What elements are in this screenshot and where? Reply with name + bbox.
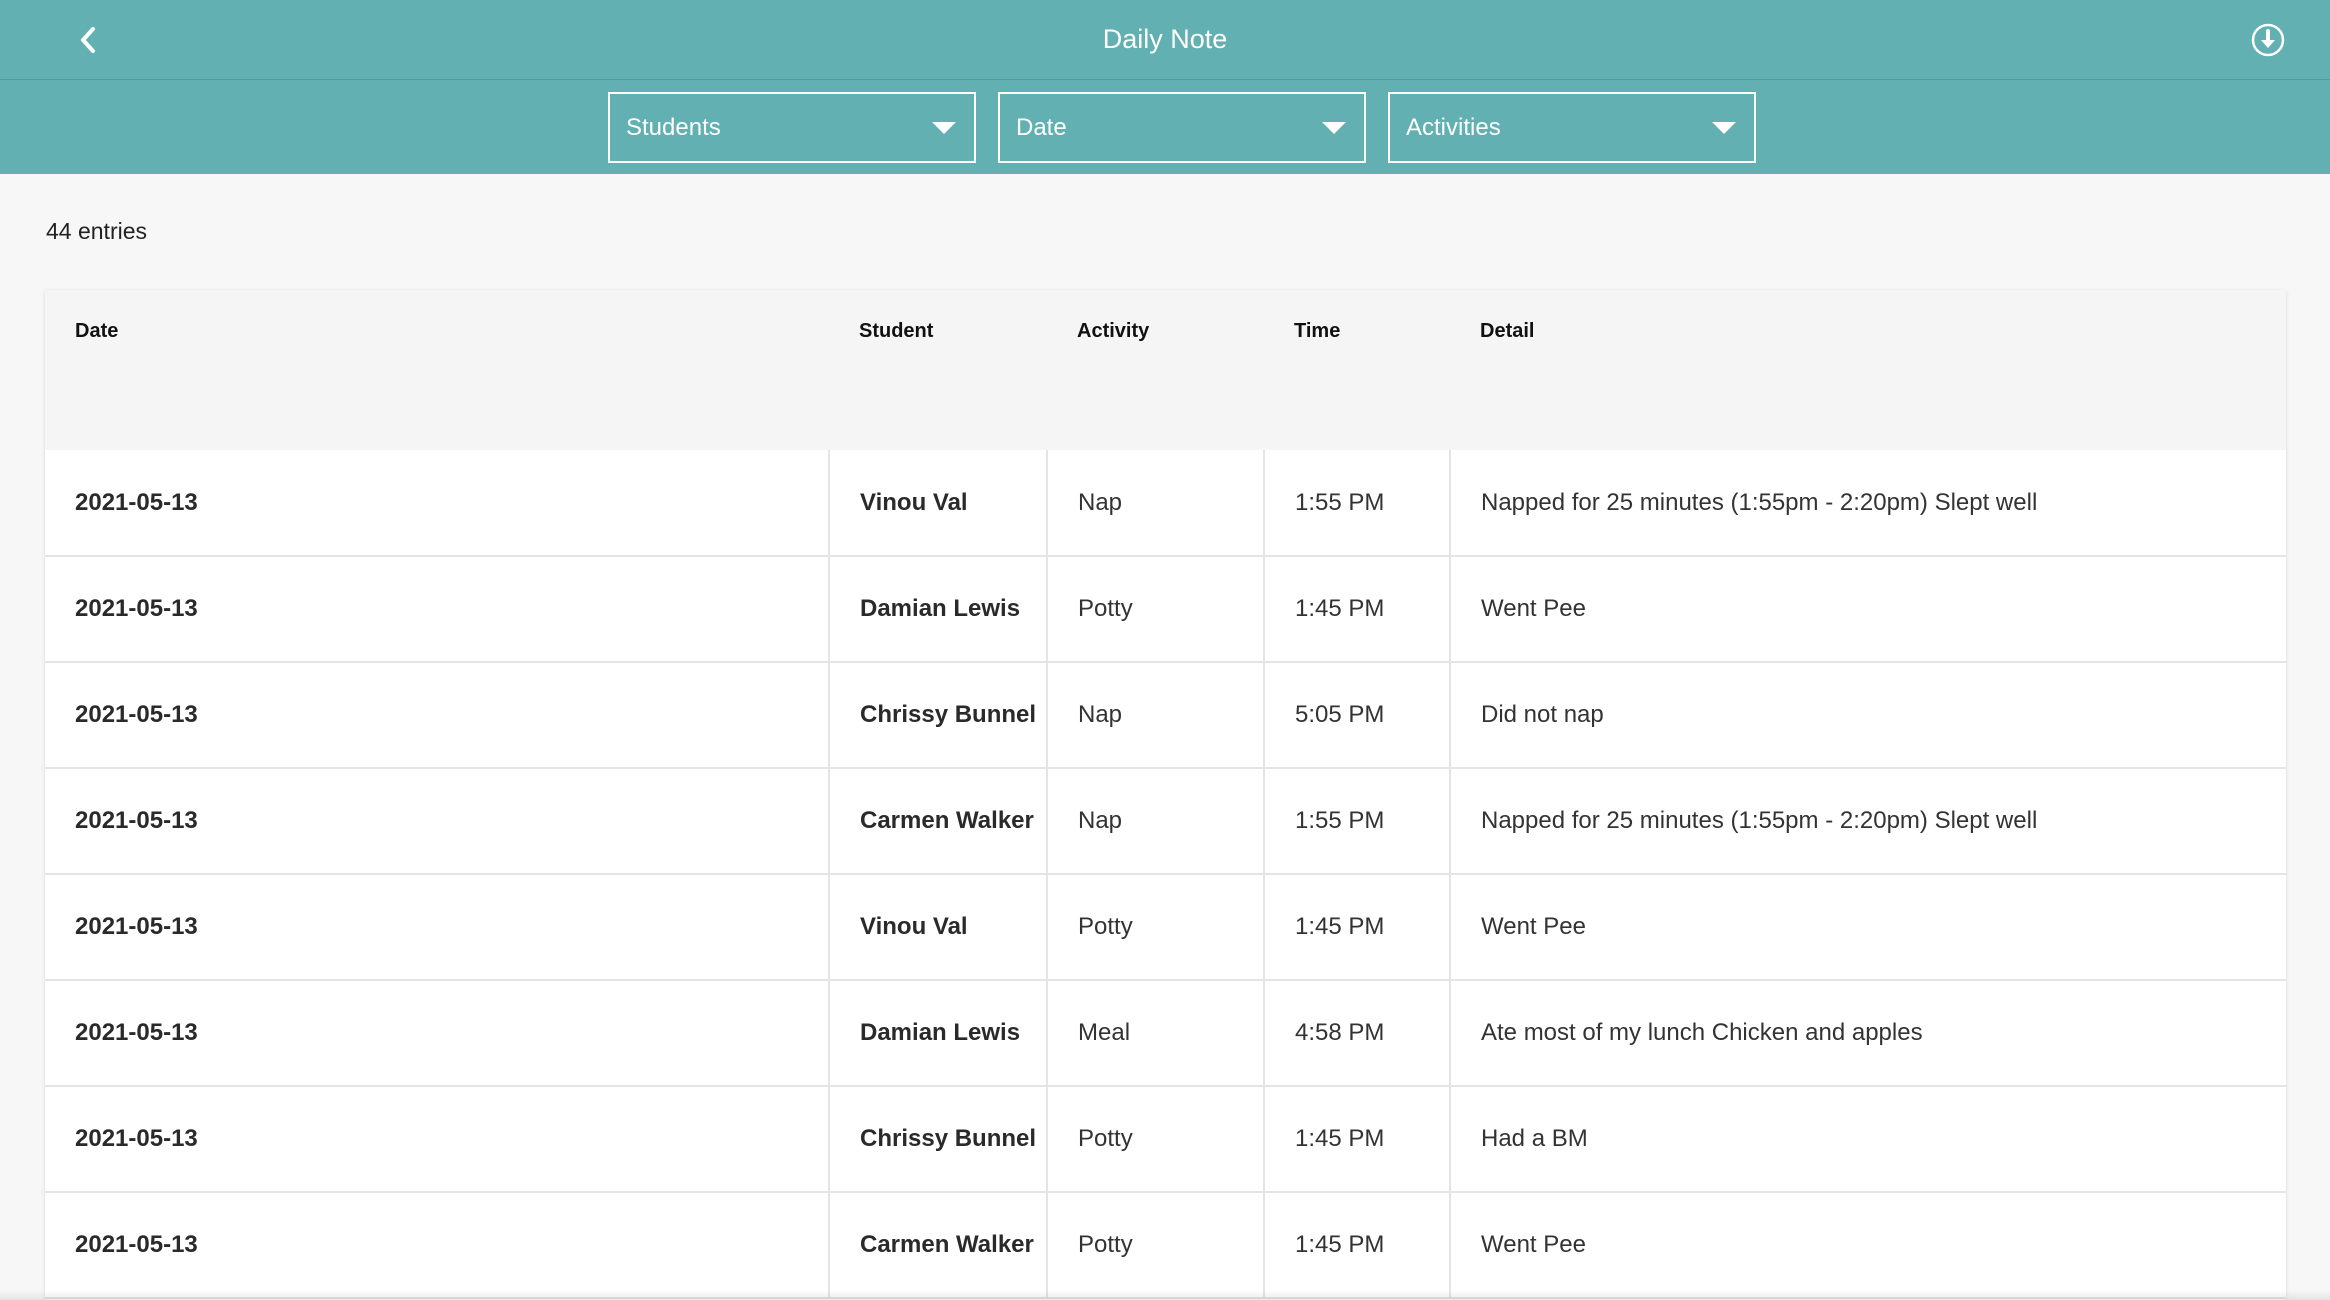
table-row[interactable]: 2021-05-13 Chrissy Bunnel Nap 5:05 PM Di…: [45, 662, 2286, 769]
cell-time: 1:45 PM: [1263, 874, 1450, 981]
chevron-left-icon: [81, 27, 95, 53]
cell-date: 2021-05-13: [45, 1192, 829, 1299]
table-row[interactable]: 2021-05-13 Vinou Val Nap 1:55 PM Napped …: [45, 450, 2286, 557]
table-row[interactable]: 2021-05-13 Carmen Walker Nap 1:55 PM Nap…: [45, 768, 2286, 875]
page-title: Daily Note: [1102, 24, 1228, 54]
cell-activity: Nap: [1046, 662, 1264, 769]
table-header-row: Date Student Activity Time Detail: [45, 290, 2286, 450]
caret-down-icon: [1712, 122, 1736, 134]
cell-detail: Did not nap: [1449, 662, 2286, 769]
cell-activity: Potty: [1046, 1192, 1264, 1299]
cell-date: 2021-05-13: [45, 980, 829, 1087]
cell-time: 5:05 PM: [1263, 662, 1450, 769]
cell-detail: Went Pee: [1449, 556, 2286, 663]
entries-count: 44 entries: [46, 218, 148, 244]
cell-date: 2021-05-13: [45, 556, 829, 663]
cell-time: 1:45 PM: [1263, 1086, 1450, 1193]
cell-student: Damian Lewis: [828, 980, 1047, 1087]
cell-activity: Meal: [1046, 980, 1264, 1087]
table-row[interactable]: 2021-05-13 Carmen Walker Potty 1:45 PM W…: [45, 1192, 2286, 1299]
cell-date: 2021-05-13: [45, 450, 829, 557]
cell-time: 1:55 PM: [1263, 768, 1450, 875]
download-button[interactable]: [2246, 18, 2290, 62]
students-filter[interactable]: Students: [608, 92, 976, 163]
date-filter[interactable]: Date: [998, 92, 1366, 163]
column-header-time[interactable]: Time: [1264, 290, 1450, 450]
column-header-detail[interactable]: Detail: [1450, 290, 2286, 450]
cell-detail: Went Pee: [1449, 1192, 2286, 1299]
cell-student: Vinou Val: [828, 874, 1047, 981]
cell-activity: Nap: [1046, 450, 1264, 557]
app: Daily Note Students Date Activities 44 e…: [0, 0, 2330, 1300]
cell-detail: Went Pee: [1449, 874, 2286, 981]
cell-detail: Ate most of my lunch Chicken and apples: [1449, 980, 2286, 1087]
table-row[interactable]: 2021-05-13 Chrissy Bunnel Potty 1:45 PM …: [45, 1086, 2286, 1193]
activities-filter[interactable]: Activities: [1388, 92, 1756, 163]
column-header-date[interactable]: Date: [45, 290, 829, 450]
cell-student: Carmen Walker: [828, 768, 1047, 875]
cell-activity: Nap: [1046, 768, 1264, 875]
cell-student: Chrissy Bunnel: [828, 662, 1047, 769]
cell-detail: Napped for 25 minutes (1:55pm - 2:20pm) …: [1449, 768, 2286, 875]
caret-down-icon: [932, 122, 956, 134]
date-filter-label: Date: [1016, 113, 1067, 141]
cell-date: 2021-05-13: [45, 662, 829, 769]
cell-time: 1:45 PM: [1263, 556, 1450, 663]
cell-detail: Had a BM: [1449, 1086, 2286, 1193]
cell-time: 4:58 PM: [1263, 980, 1450, 1087]
column-header-activity[interactable]: Activity: [1047, 290, 1264, 450]
table-row[interactable]: 2021-05-13 Vinou Val Potty 1:45 PM Went …: [45, 874, 2286, 981]
cell-detail: Napped for 25 minutes (1:55pm - 2:20pm) …: [1449, 450, 2286, 557]
cell-student: Damian Lewis: [828, 556, 1047, 663]
top-bar: Daily Note: [0, 0, 2330, 80]
cell-activity: Potty: [1046, 874, 1264, 981]
download-circle-icon: [2251, 23, 2285, 57]
table-row[interactable]: 2021-05-13 Damian Lewis Potty 1:45 PM We…: [45, 556, 2286, 663]
cell-date: 2021-05-13: [45, 768, 829, 875]
filter-bar: Students Date Activities: [0, 80, 2330, 174]
cell-student: Vinou Val: [828, 450, 1047, 557]
entries-table: Date Student Activity Time Detail 2021-0…: [45, 290, 2286, 1299]
caret-down-icon: [1322, 122, 1346, 134]
entries-table-card: Date Student Activity Time Detail 2021-0…: [45, 290, 2286, 1300]
cell-student: Carmen Walker: [828, 1192, 1047, 1299]
cell-activity: Potty: [1046, 556, 1264, 663]
cell-time: 1:55 PM: [1263, 450, 1450, 557]
activities-filter-label: Activities: [1406, 113, 1501, 141]
column-header-student[interactable]: Student: [829, 290, 1047, 450]
cell-date: 2021-05-13: [45, 1086, 829, 1193]
cell-time: 1:45 PM: [1263, 1192, 1450, 1299]
cell-date: 2021-05-13: [45, 874, 829, 981]
table-row[interactable]: 2021-05-13 Damian Lewis Meal 4:58 PM Ate…: [45, 980, 2286, 1087]
students-filter-label: Students: [626, 113, 721, 141]
bottom-shadow: [0, 1290, 2330, 1300]
back-button[interactable]: [66, 18, 110, 62]
cell-activity: Potty: [1046, 1086, 1264, 1193]
cell-student: Chrissy Bunnel: [828, 1086, 1047, 1193]
